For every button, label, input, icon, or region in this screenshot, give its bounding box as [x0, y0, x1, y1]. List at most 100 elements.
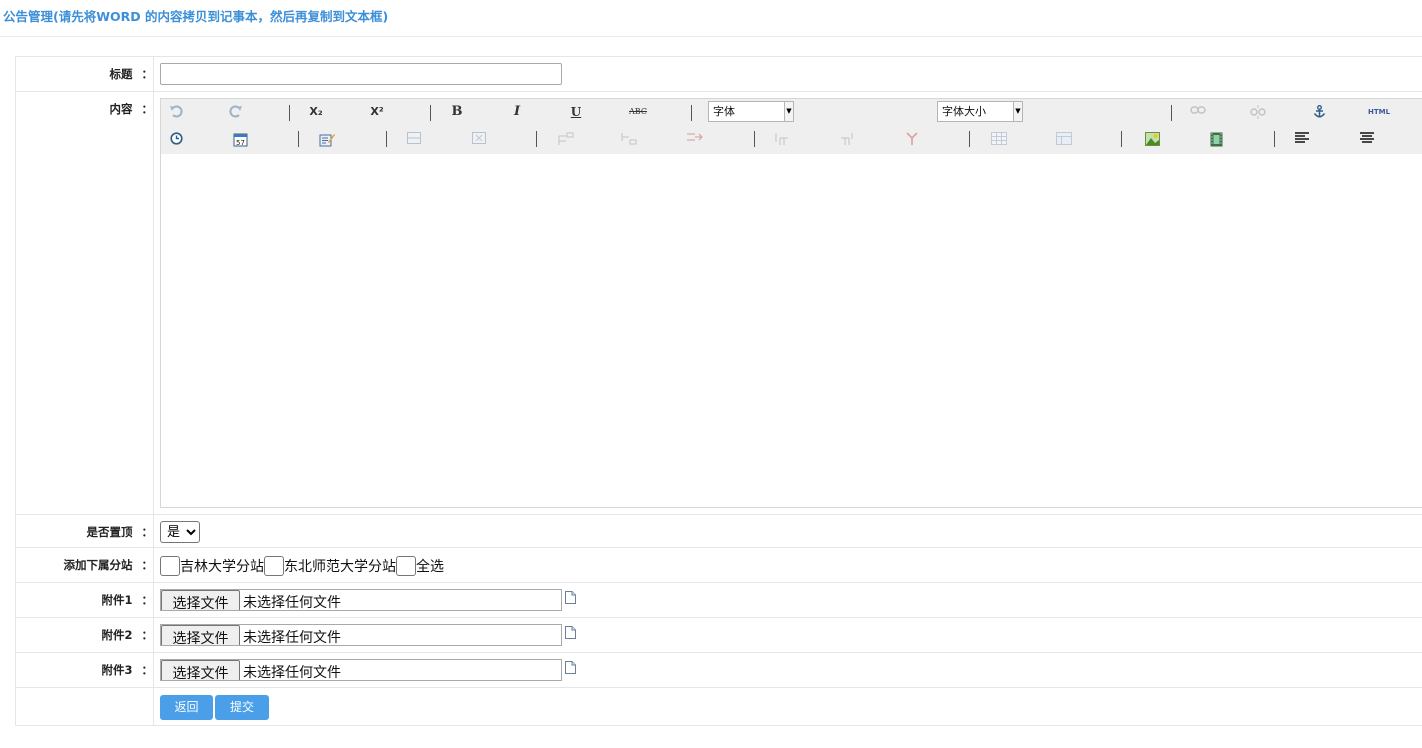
title-divider	[0, 36, 1422, 37]
file-status: 未选择任何文件	[243, 630, 341, 646]
file-status: 未选择任何文件	[243, 595, 341, 611]
column-divider	[153, 515, 154, 547]
pin-select[interactable]: 是	[160, 521, 200, 543]
colon: ：	[141, 663, 154, 677]
branch-checkbox-jilin[interactable]	[160, 556, 180, 576]
subscript-icon[interactable]: X₂	[305, 103, 327, 121]
attachment-row-3: 附件3 ： 选择文件 未选择任何文件	[16, 653, 1422, 688]
column-divider	[153, 618, 154, 652]
toolbar-separator	[969, 131, 970, 147]
undo-icon[interactable]	[165, 103, 187, 121]
colon: ：	[141, 628, 154, 642]
chevron-down-icon: ▼	[784, 102, 793, 121]
toolbar-separator	[1274, 131, 1275, 147]
merge-cell-icon[interactable]	[771, 130, 793, 148]
media-icon[interactable]	[1205, 130, 1227, 148]
pin-row: 是否置顶 ： 是	[16, 515, 1422, 548]
file-input-1[interactable]: 选择文件 未选择任何文件	[160, 589, 562, 611]
submit-button[interactable]: 提交	[215, 695, 269, 720]
split-cell-icon[interactable]	[684, 130, 706, 148]
back-button[interactable]: 返回	[160, 695, 213, 720]
date-icon[interactable]: 57	[229, 130, 251, 148]
title-input[interactable]	[160, 63, 562, 85]
editor-toolbar: X₂ X² B I U ABC 字体 ▼ 字体大小 ▼ HTML 57	[161, 99, 1422, 154]
choose-file-button[interactable]: 选择文件	[161, 625, 240, 645]
attachment-row-2: 附件2 ： 选择文件 未选择任何文件	[16, 618, 1422, 653]
edit-icon[interactable]	[316, 130, 338, 148]
split-row-icon[interactable]	[901, 130, 923, 148]
branch-label-nenu: 东北师范大学分站	[284, 559, 396, 575]
file-status: 未选择任何文件	[243, 665, 341, 681]
file-icon	[565, 591, 576, 604]
underline-icon[interactable]: U	[565, 103, 587, 121]
select-all-checkbox[interactable]	[396, 556, 416, 576]
font-select[interactable]: 字体 ▼	[708, 101, 794, 122]
content-row: 内容 ： X₂ X² B I U ABC 字体 ▼ 字体大小 ▼ HTML 57	[16, 92, 1422, 515]
redo-icon[interactable]	[225, 103, 247, 121]
align-center-icon[interactable]	[1356, 130, 1378, 148]
unlink-icon[interactable]	[1247, 103, 1269, 121]
rich-text-editor: X₂ X² B I U ABC 字体 ▼ 字体大小 ▼ HTML 57	[160, 98, 1422, 508]
time-icon[interactable]	[165, 130, 187, 148]
toolbar-separator	[1121, 131, 1122, 147]
chevron-down-icon: ▼	[1013, 102, 1022, 121]
colon: ：	[141, 593, 154, 607]
svg-text:57: 57	[236, 139, 245, 147]
choose-file-button[interactable]: 选择文件	[161, 590, 240, 610]
delete-column-icon[interactable]	[618, 130, 640, 148]
split-column-icon[interactable]	[837, 130, 859, 148]
html-icon[interactable]: HTML	[1366, 103, 1392, 121]
branch-label-jilin: 吉林大学分站	[180, 559, 264, 575]
file-icon	[565, 626, 576, 639]
choose-file-button[interactable]: 选择文件	[161, 660, 240, 680]
link-icon[interactable]	[1187, 103, 1209, 121]
attach3-label-text: 附件3	[101, 663, 133, 677]
toolbar-separator	[691, 105, 692, 121]
content-label-text: 内容	[109, 102, 133, 116]
image-icon[interactable]	[1141, 130, 1163, 148]
column-divider	[153, 57, 154, 91]
column-divider	[153, 653, 154, 687]
editor-content-area[interactable]	[161, 154, 1422, 507]
file-input-2[interactable]: 选择文件 未选择任何文件	[160, 624, 562, 646]
attach1-label-text: 附件1	[101, 593, 133, 607]
bold-icon[interactable]: B	[446, 103, 468, 121]
colon: ：	[141, 67, 154, 81]
table-icon[interactable]	[988, 130, 1010, 148]
attachment-row-1: 附件1 ： 选择文件 未选择任何文件	[16, 583, 1422, 618]
toolbar-separator	[289, 105, 290, 121]
column-divider	[153, 583, 154, 617]
branches-label-text: 添加下属分站	[63, 558, 133, 572]
insert-row-icon[interactable]	[403, 130, 425, 148]
superscript-icon[interactable]: X²	[366, 103, 388, 121]
column-divider	[153, 548, 154, 582]
font-select-label: 字体	[713, 105, 735, 118]
toolbar-separator	[430, 105, 431, 121]
file-input-3[interactable]: 选择文件 未选择任何文件	[160, 659, 562, 681]
strikethrough-icon[interactable]: ABC	[626, 103, 650, 121]
insert-column-icon[interactable]	[555, 130, 577, 148]
branch-checkbox-nenu[interactable]	[264, 556, 284, 576]
announcement-form: 标题： 内容 ： X₂ X² B I U ABC 字体 ▼ 字体大小 ▼ HTML…	[15, 56, 1422, 726]
italic-icon[interactable]: I	[506, 103, 528, 121]
file-icon	[565, 661, 576, 674]
table-props-icon[interactable]	[1053, 130, 1075, 148]
toolbar-separator	[1171, 105, 1172, 121]
branches-label: 添加下属分站 ：	[16, 548, 154, 573]
branches-row: 添加下属分站 ： 吉林大学分站 东北师范大学分站 全选	[16, 548, 1422, 583]
colon: ：	[141, 102, 154, 116]
attach1-label: 附件1 ：	[16, 583, 153, 608]
attach2-label: 附件2 ：	[16, 618, 153, 643]
title-row: 标题 ：	[16, 57, 1422, 92]
align-left-icon[interactable]	[1291, 130, 1313, 148]
pin-label-text: 是否置顶	[86, 525, 133, 539]
delete-row-icon[interactable]	[468, 130, 490, 148]
toolbar-separator	[298, 131, 299, 147]
anchor-icon[interactable]	[1308, 103, 1330, 121]
branch-checkbox-group: 吉林大学分站 东北师范大学分站 全选	[160, 556, 444, 576]
select-all-label: 全选	[416, 559, 444, 575]
toolbar-separator	[386, 131, 387, 147]
pin-label: 是否置顶 ：	[16, 515, 154, 540]
font-size-select[interactable]: 字体大小 ▼	[937, 101, 1023, 122]
title-label: 标题 ：	[16, 57, 154, 82]
